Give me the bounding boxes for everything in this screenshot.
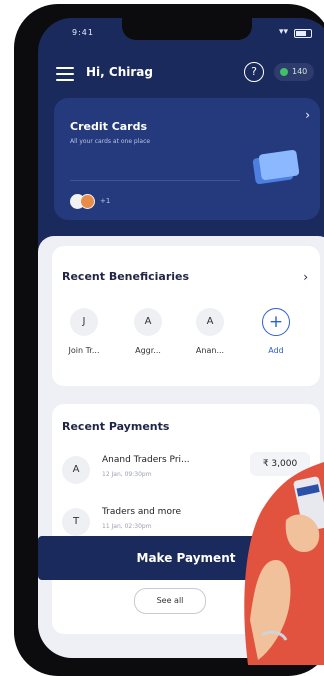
more-cards-count: +1: [100, 197, 111, 205]
avatar: A: [134, 308, 162, 336]
battery-icon: [294, 29, 312, 38]
see-all-button[interactable]: See all: [134, 588, 206, 614]
avatar: A: [196, 308, 224, 336]
beneficiary-item[interactable]: A Anan...: [182, 308, 238, 368]
credit-cards-subtitle: All your cards at one place: [70, 138, 151, 145]
credit-cards-card[interactable]: Credit Cards All your cards at one place…: [54, 98, 320, 220]
recent-payments-card: Recent Payments A Anand Traders Pri... 1…: [38, 404, 324, 634]
add-label: Add: [268, 346, 284, 355]
make-payment-button[interactable]: Make Payment: [38, 536, 324, 580]
payment-name: Anand Traders Pri...: [102, 455, 190, 465]
add-beneficiary-button[interactable]: + Add: [248, 308, 304, 368]
menu-icon[interactable]: [56, 67, 74, 81]
card-logo-icon: [80, 194, 95, 209]
chevron-right-icon[interactable]: ›: [305, 108, 310, 122]
card-network-logos: +1: [70, 194, 110, 210]
content-panel: Recent Beneficiaries › J Join Tr... A Ag…: [38, 236, 324, 658]
payment-row[interactable]: A Anand Traders Pri... 12 Jan, 09:30pm ₹…: [62, 448, 314, 492]
beneficiary-item[interactable]: A Aggr...: [120, 308, 176, 368]
avatar: T: [62, 508, 90, 536]
payment-date: 12 Jan, 09:30pm: [102, 471, 152, 478]
status-bar: 9:41 ▾▾: [38, 18, 324, 52]
app-header: Hi, Chirag ? 140: [56, 58, 318, 88]
recent-beneficiaries-title: Recent Beneficiaries: [62, 270, 190, 283]
phone-frame: 9:41 ▾▾ Hi, Chirag ? 140 Credit Cards Al…: [14, 4, 324, 676]
coin-icon: [280, 68, 288, 76]
beneficiary-label: Join Tr...: [68, 346, 100, 355]
greeting-text: Hi, Chirag: [86, 65, 153, 79]
chevron-right-icon[interactable]: ›: [303, 270, 308, 284]
credit-card-illustration: [252, 149, 300, 185]
beneficiary-label: Anan...: [195, 346, 225, 355]
divider: [70, 180, 240, 181]
coins-value: 140: [292, 67, 308, 76]
payment-name: Traders and more: [102, 507, 181, 517]
help-icon[interactable]: ?: [244, 62, 264, 82]
beneficiary-item[interactable]: J Join Tr...: [56, 308, 112, 368]
payment-amount: ₹ 3,000: [250, 452, 310, 476]
coins-badge[interactable]: 140: [274, 63, 314, 81]
recent-payments-title: Recent Payments: [62, 420, 170, 433]
credit-cards-title: Credit Cards: [70, 120, 148, 133]
plus-icon: +: [262, 308, 290, 336]
recent-beneficiaries-card: Recent Beneficiaries › J Join Tr... A Ag…: [52, 246, 320, 386]
phone-screen: 9:41 ▾▾ Hi, Chirag ? 140 Credit Cards Al…: [38, 18, 324, 658]
avatar: A: [62, 456, 90, 484]
status-time: 9:41: [72, 28, 94, 37]
beneficiary-label: Aggr...: [135, 346, 161, 355]
signal-icon: ▾▾: [278, 27, 288, 37]
avatar: J: [70, 308, 98, 336]
payment-date: 11 Jan, 02:30pm: [102, 523, 152, 530]
